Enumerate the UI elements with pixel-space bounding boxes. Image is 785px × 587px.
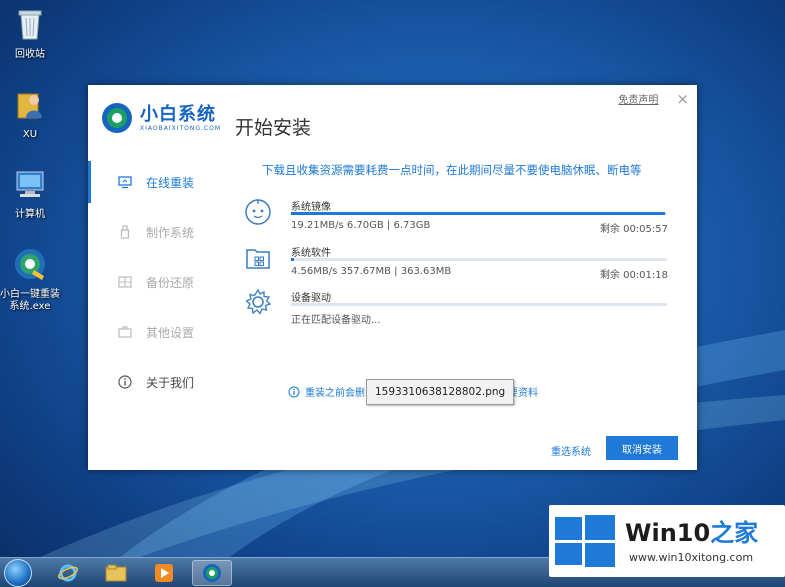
- sidebar-item-other-settings[interactable]: 其他设置: [88, 307, 218, 357]
- taskbar-xiaobai[interactable]: [192, 560, 232, 586]
- tip-text-lead: 重装之前会删: [305, 388, 365, 399]
- info-icon: [118, 375, 132, 389]
- info-circle-icon: [288, 386, 300, 397]
- toolbox-icon: [118, 326, 132, 338]
- xiaobai-logo-icon: [203, 564, 221, 582]
- brand-subtitle: XIAOBAIXITONG.COM: [140, 124, 221, 132]
- task-name: 设备驱动: [291, 293, 331, 304]
- close-icon[interactable]: ×: [676, 91, 689, 106]
- disclaimer-link[interactable]: 免责声明: [618, 91, 658, 106]
- watermark-jia: 之家: [710, 519, 759, 547]
- task-progress-bar: [291, 212, 667, 215]
- watermark-url: www.win10xitong.com: [629, 551, 754, 564]
- desktop-icon-user-folder[interactable]: XU: [0, 86, 60, 141]
- sidebar-item-about-us[interactable]: 关于我们: [88, 357, 218, 407]
- task-name: 系统软件: [291, 248, 331, 259]
- disc-face-icon: [245, 199, 271, 225]
- page-title: 开始安装: [235, 117, 312, 139]
- media-player-icon: [155, 564, 173, 582]
- taskbar-explorer[interactable]: [96, 560, 136, 586]
- taskbar-ie[interactable]: [48, 560, 88, 586]
- usb-icon: [120, 225, 130, 239]
- brand: 小白系统 XIAOBAIXITONG.COM: [100, 101, 221, 135]
- task-eta: 剩余 00:05:57: [599, 224, 668, 235]
- sidebar-item-label: 制作系统: [146, 225, 195, 240]
- recycle-bin-icon: [18, 10, 42, 40]
- cancel-install-button[interactable]: 取消安装: [606, 436, 678, 460]
- desktop-icon-label: 回收站: [15, 49, 45, 60]
- task-progress-fill: [291, 212, 666, 215]
- sidebar-item-label: 备份还原: [146, 275, 195, 290]
- desktop-icon-xiaobai-exe[interactable]: 小白一键重装 系统.exe: [0, 246, 60, 313]
- user-folder-icon: [17, 93, 42, 119]
- watermark-title: Win10之家: [625, 513, 758, 548]
- task-name: 系统镜像: [291, 202, 331, 213]
- task-progress-fill: [291, 258, 294, 261]
- sidebar: 在线重装 制作系统 备份还原 其他设置 关于我们: [88, 157, 218, 407]
- ie-icon: [58, 564, 78, 582]
- brand-name: 小白系统: [140, 103, 216, 125]
- sidebar-item-online-reinstall[interactable]: 在线重装: [88, 157, 218, 207]
- desktop-icon-recycle-bin[interactable]: 回收站: [0, 6, 60, 61]
- folder-apps-icon: [246, 249, 270, 269]
- sidebar-item-label: 在线重装: [146, 175, 195, 190]
- task-progress-bar: [291, 303, 667, 306]
- sidebar-item-backup-restore[interactable]: 备份还原: [88, 257, 218, 307]
- sidebar-item-make-system[interactable]: 制作系统: [88, 207, 218, 257]
- desktop-icon-computer[interactable]: 计算机: [0, 166, 60, 221]
- filename-tooltip: 1593310638128802.png: [366, 379, 515, 405]
- brand-logo-icon: [102, 103, 132, 133]
- installer-window: 免责声明 × 小白系统 XIAOBAIXITONG.COM 开始安装 在线重装 …: [88, 85, 697, 470]
- windows-logo-icon: [555, 515, 615, 567]
- reselect-system-link[interactable]: 重选系统: [551, 443, 591, 458]
- folder-icon: [105, 564, 127, 582]
- desktop-icon-label: 计算机: [15, 209, 45, 220]
- win10-watermark: Win10之家 www.win10xitong.com: [549, 505, 785, 577]
- taskbar-media-player[interactable]: [144, 560, 184, 586]
- sidebar-item-label: 关于我们: [146, 375, 195, 390]
- task-stats: 4.56MB/s 357.67MB | 363.63MB: [291, 266, 452, 277]
- task-progress-bar: [291, 258, 667, 261]
- desktop-icon-label: 小白一键重装 系统.exe: [0, 289, 60, 312]
- task-stats: 正在匹配设备驱动...: [291, 315, 381, 326]
- task-system-software: 系统软件 4.56MB/s 357.67MB | 363.63MB 剩余 00:…: [243, 242, 668, 282]
- task-eta: 剩余 00:01:18: [599, 270, 668, 281]
- xiaobai-logo-icon: [15, 249, 45, 280]
- task-system-image: 系统镜像 19.21MB/s 6.70GB | 6.73GB 剩余 00:05:…: [243, 196, 668, 236]
- monitor-icon: [118, 176, 132, 189]
- notice-text: 下载且收集资源需要耗费一点时间，在此期间尽量不要使电脑休眠、断电等: [262, 163, 642, 177]
- start-button[interactable]: [4, 559, 32, 587]
- desktop-icon-label: XU: [22, 129, 38, 140]
- task-stats: 19.21MB/s 6.70GB | 6.73GB: [291, 220, 431, 231]
- task-device-drivers: 设备驱动 正在匹配设备驱动...: [243, 287, 668, 327]
- backup-icon: [118, 276, 132, 288]
- watermark-brand: Win10: [625, 519, 711, 547]
- sidebar-item-label: 其他设置: [146, 325, 195, 340]
- computer-icon: [16, 171, 44, 197]
- gear-icon: [245, 288, 272, 315]
